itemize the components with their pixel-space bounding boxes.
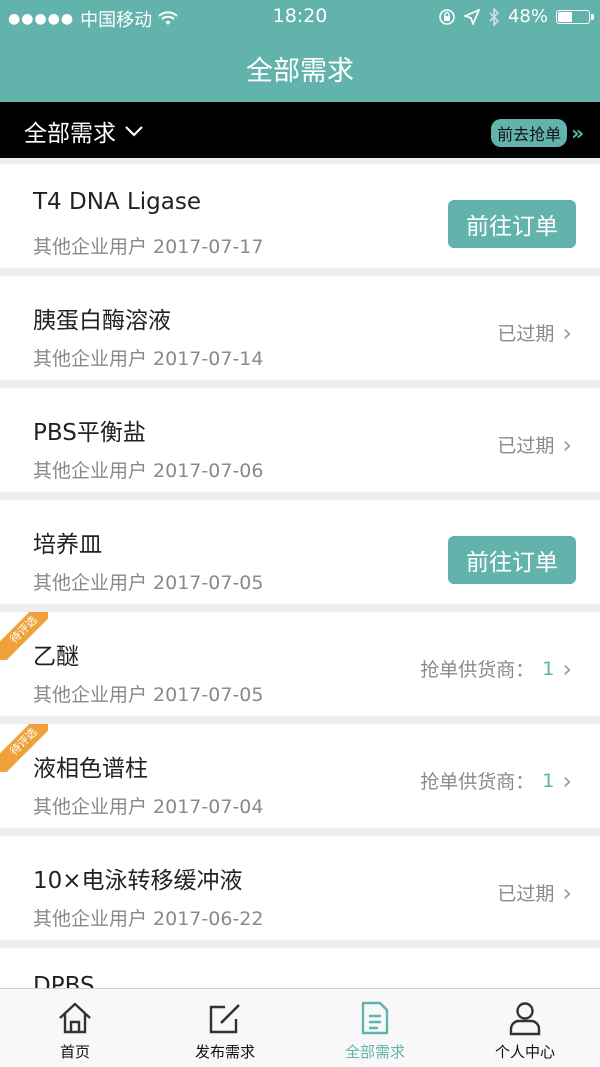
request-subtitle: 其他企业用户 2017-07-05 xyxy=(33,684,264,706)
request-status: 抢单供货商： 1 › xyxy=(420,655,572,682)
tab-label: 全部需求 xyxy=(344,1043,405,1061)
request-subtitle: 其他企业用户 2017-07-17 xyxy=(33,236,264,258)
request-title: 胰蛋白酶溶液 xyxy=(33,308,171,334)
tab-bar: 首页 发布需求 全部需求 个人中心 xyxy=(0,988,600,1067)
status-text: 已过期 xyxy=(497,883,555,905)
request-subtitle: 其他企业用户 2017-07-04 xyxy=(33,796,264,818)
request-title: 乙醚 xyxy=(33,644,79,670)
go-to-order-button[interactable]: 前往订单 xyxy=(448,536,576,584)
tab-home[interactable]: 首页 xyxy=(0,989,150,1067)
status-text: 已过期 xyxy=(497,323,555,345)
chevron-down-icon xyxy=(125,126,143,137)
chevron-right-icon: › xyxy=(562,318,572,347)
request-subtitle: 其他企业用户 2017-07-05 xyxy=(33,572,264,594)
request-status: 已过期 › xyxy=(497,431,572,458)
request-title: 液相色谱柱 xyxy=(33,756,148,782)
request-subtitle: 其他企业用户 2017-07-14 xyxy=(33,348,264,370)
request-card[interactable]: 待评选 乙醚 其他企业用户 2017-07-05 抢单供货商： 1 › xyxy=(0,612,600,716)
battery-icon xyxy=(556,9,594,24)
chevron-right-icon: › xyxy=(562,654,572,683)
request-card[interactable]: DPBS xyxy=(0,948,600,988)
supplier-count: 1 xyxy=(542,657,555,680)
bluetooth-icon xyxy=(489,7,500,26)
battery-percent: 48% xyxy=(507,6,548,27)
request-card[interactable]: PBS平衡盐 其他企业用户 2017-07-06 已过期 › xyxy=(0,388,600,492)
grab-order-link[interactable]: 前去抢单 » xyxy=(491,119,584,147)
page-title: 全部需求 xyxy=(246,55,354,87)
request-card[interactable]: 10×电泳转移缓冲液 其他企业用户 2017-06-22 已过期 › xyxy=(0,836,600,940)
go-to-order-button[interactable]: 前往订单 xyxy=(448,200,576,248)
supplier-count: 1 xyxy=(542,769,555,792)
tab-label: 发布需求 xyxy=(194,1043,255,1061)
request-title: 10×电泳转移缓冲液 xyxy=(33,868,243,894)
request-title: DPBS xyxy=(33,973,95,988)
tab-label: 个人中心 xyxy=(494,1043,555,1061)
home-icon xyxy=(59,1002,91,1034)
tab-all-requests[interactable]: 全部需求 xyxy=(300,989,450,1067)
request-card[interactable]: 培养皿 其他企业用户 2017-07-05 前往订单 xyxy=(0,500,600,604)
request-status: 已过期 › xyxy=(497,319,572,346)
request-subtitle: 其他企业用户 2017-07-06 xyxy=(33,460,264,482)
request-list: T4 DNA Ligase 其他企业用户 2017-07-17 前往订单 胰蛋白… xyxy=(0,158,600,988)
request-title: PBS平衡盐 xyxy=(33,420,146,446)
request-title: T4 DNA Ligase xyxy=(33,189,201,215)
request-status: 抢单供货商： 1 › xyxy=(420,767,572,794)
status-bar: ●●●●● 中国移动 18:20 48% xyxy=(0,0,600,34)
tab-profile[interactable]: 个人中心 xyxy=(450,989,600,1067)
supplier-label: 抢单供货商： xyxy=(420,659,535,681)
status-text: 已过期 xyxy=(497,435,555,457)
rotation-lock-icon xyxy=(439,8,455,25)
chevron-right-icon: › xyxy=(562,766,572,795)
tab-label: 首页 xyxy=(59,1043,90,1061)
tab-publish[interactable]: 发布需求 xyxy=(150,989,300,1067)
request-card[interactable]: T4 DNA Ligase 其他企业用户 2017-07-17 前往订单 xyxy=(0,164,600,268)
category-dropdown[interactable]: 全部需求 xyxy=(24,114,144,148)
status-right: 48% xyxy=(438,6,594,27)
edit-icon xyxy=(209,1004,240,1034)
person-icon xyxy=(509,1002,541,1036)
chevron-right-icon: › xyxy=(562,430,572,459)
dropdown-label: 全部需求 xyxy=(24,121,116,147)
document-icon xyxy=(361,1001,389,1035)
double-chevron-right-icon: » xyxy=(571,121,584,145)
request-card[interactable]: 待评选 液相色谱柱 其他企业用户 2017-07-04 抢单供货商： 1 › xyxy=(0,724,600,828)
grab-order-button: 前去抢单 xyxy=(491,119,568,147)
battery-fill xyxy=(558,11,572,22)
filter-bar: 全部需求 前去抢单 » xyxy=(0,102,600,158)
location-icon xyxy=(463,8,480,25)
request-title: 培养皿 xyxy=(33,532,102,558)
request-status: 已过期 › xyxy=(497,879,572,906)
request-card[interactable]: 胰蛋白酶溶液 其他企业用户 2017-07-14 已过期 › xyxy=(0,276,600,380)
request-subtitle: 其他企业用户 2017-06-22 xyxy=(33,908,264,930)
nav-bar: 全部需求 xyxy=(0,34,600,102)
supplier-label: 抢单供货商： xyxy=(420,771,535,793)
chevron-right-icon: › xyxy=(562,878,572,907)
